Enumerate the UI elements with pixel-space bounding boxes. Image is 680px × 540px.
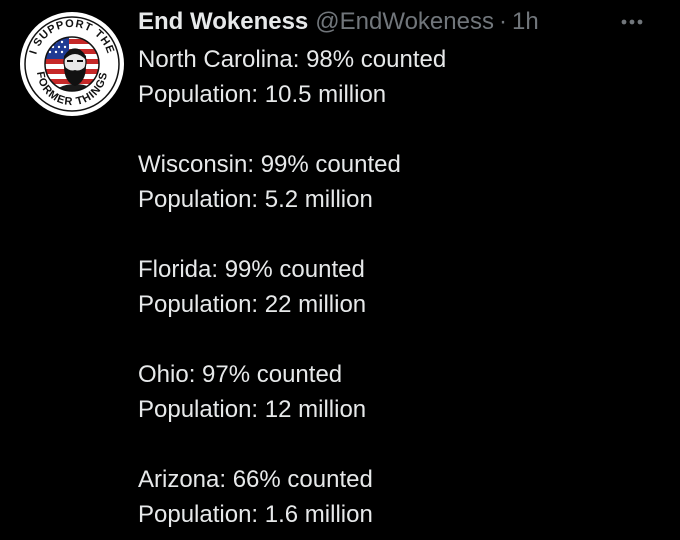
author-avatar[interactable]: I SUPPORT THE FORMER THINGS xyxy=(18,10,126,118)
tweet-timestamp[interactable]: 1h xyxy=(512,6,539,38)
header-separator: · xyxy=(498,8,507,35)
state-counted-line: Wisconsin: 99% counted xyxy=(138,151,401,178)
state-counted-line: Arizona: 66% counted xyxy=(138,466,373,493)
more-options-button[interactable] xyxy=(614,10,650,34)
state-block: Wisconsin: 99% counted Population: 5.2 m… xyxy=(138,147,668,217)
tweet[interactable]: I SUPPORT THE FORMER THINGS End Wokeness… xyxy=(0,0,680,540)
tweet-text: North Carolina: 98% counted Population: … xyxy=(138,42,668,532)
tweet-header: End Wokeness @EndWokeness · 1h xyxy=(138,6,539,38)
state-population-line: Population: 5.2 million xyxy=(138,186,373,213)
avatar-badge-icon: I SUPPORT THE FORMER THINGS xyxy=(20,12,124,116)
state-counted-line: Ohio: 97% counted xyxy=(138,361,343,388)
state-counted-line: Florida: 99% counted xyxy=(138,256,365,283)
state-population-line: Population: 1.6 million xyxy=(138,501,373,528)
author-display-name[interactable]: End Wokeness xyxy=(138,6,308,38)
state-population-line: Population: 10.5 million xyxy=(138,81,387,108)
author-handle[interactable]: @EndWokeness xyxy=(315,6,494,38)
state-block: Ohio: 97% counted Population: 12 million xyxy=(138,357,668,427)
state-population-line: Population: 12 million xyxy=(138,396,367,423)
more-options-icon xyxy=(621,19,643,25)
state-population-line: Population: 22 million xyxy=(138,291,367,318)
state-block: Arizona: 66% counted Population: 1.6 mil… xyxy=(138,462,668,532)
state-block: North Carolina: 98% counted Population: … xyxy=(138,42,668,112)
state-counted-line: North Carolina: 98% counted xyxy=(138,46,447,73)
state-block: Florida: 99% counted Population: 22 mill… xyxy=(138,252,668,322)
